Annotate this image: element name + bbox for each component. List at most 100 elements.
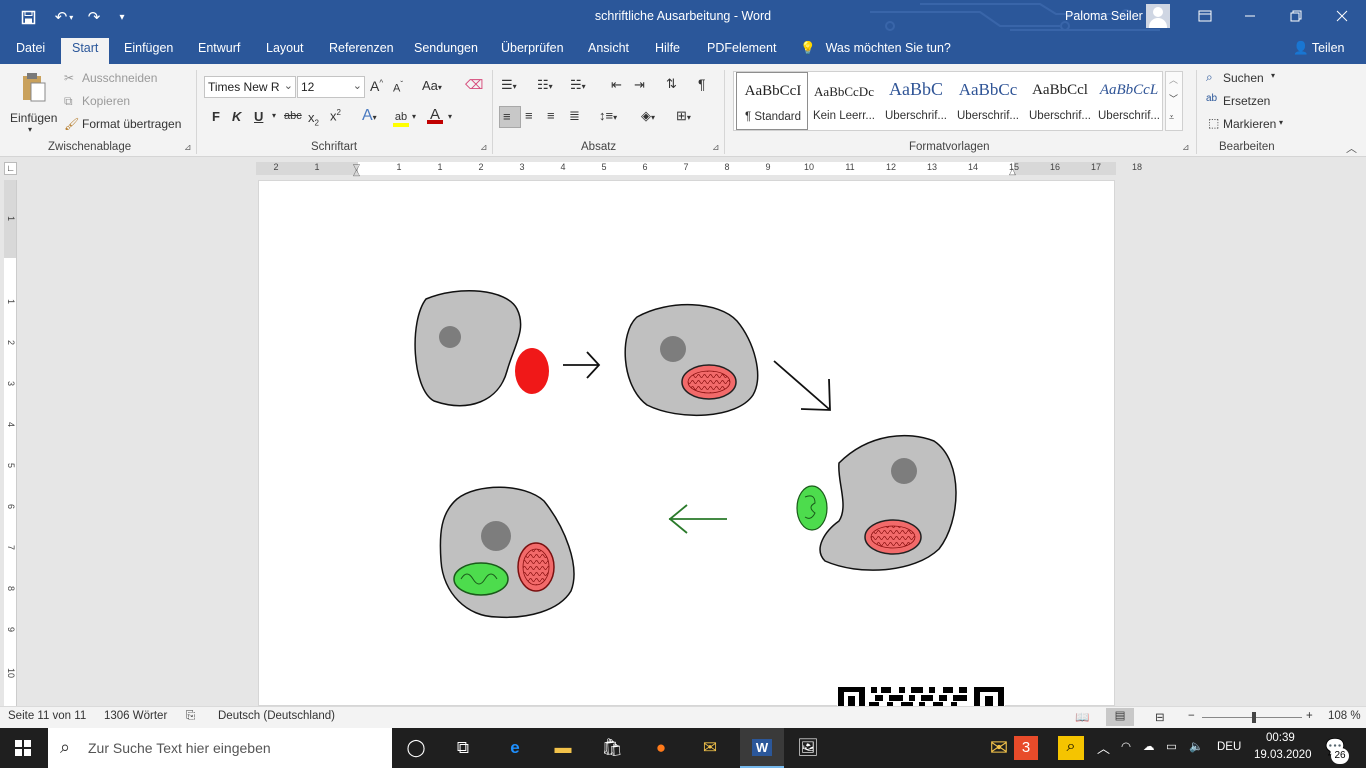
numbering-icon[interactable]: ☷▾ — [537, 77, 553, 93]
pilcrow-icon[interactable]: ¶ — [698, 76, 706, 92]
grow-font-icon[interactable]: A^ — [370, 78, 383, 94]
clear-formatting-icon[interactable]: ⌫ — [465, 77, 483, 93]
borders-icon[interactable]: ⊞▾ — [676, 108, 691, 124]
decrease-indent-icon[interactable]: ⇤ — [611, 77, 622, 93]
chevron-up-icon[interactable]: ︿ — [1169, 73, 1178, 86]
clock-date[interactable]: 19.03.2020 — [1254, 749, 1312, 761]
chevron-down-icon[interactable]: ⌄ — [284, 79, 293, 92]
text-effects-icon[interactable]: A▾ — [362, 107, 377, 125]
font-size-input[interactable]: 12 ⌄ — [297, 76, 365, 98]
right-indent-icon[interactable]: △ — [1009, 166, 1016, 177]
change-case-icon[interactable]: Aa▾ — [422, 78, 442, 93]
font-color-dropdown-icon[interactable]: ▾ — [448, 112, 452, 121]
hanging-indent-icon[interactable]: △ — [353, 167, 360, 178]
tab-hilfe[interactable]: Hilfe — [655, 41, 680, 55]
find-button[interactable]: Suchen — [1223, 71, 1264, 85]
chevron-down-icon[interactable]: ⌄ — [353, 79, 362, 92]
read-mode-icon[interactable]: 📖 — [1075, 710, 1089, 724]
avatar[interactable] — [1146, 4, 1170, 28]
onedrive-icon[interactable]: ☁ — [1143, 739, 1155, 753]
underline-dropdown-icon[interactable]: ▾ — [272, 111, 276, 120]
underline-button[interactable]: U — [254, 109, 263, 124]
copy-button[interactable]: Kopieren — [82, 94, 130, 108]
superscript-icon[interactable]: x2 — [330, 108, 341, 123]
align-right-icon[interactable]: ≡ — [547, 108, 555, 123]
tab-referenzen[interactable]: Referenzen — [329, 41, 394, 55]
tab-datei[interactable]: Datei — [16, 41, 45, 55]
wifi-icon[interactable]: ◠ — [1121, 739, 1131, 753]
align-left-button[interactable]: ≡ — [499, 106, 521, 128]
show-hidden-icons-icon[interactable]: ︿ — [1097, 738, 1110, 757]
windows-start-icon[interactable] — [6, 734, 40, 762]
find-dropdown-icon[interactable]: ▾ — [1271, 71, 1275, 80]
clock-time[interactable]: 00:39 — [1266, 732, 1295, 744]
select-button[interactable]: Markieren — [1223, 117, 1276, 131]
zoom-out-button[interactable]: − — [1188, 710, 1195, 722]
restore-icon[interactable] — [1281, 4, 1311, 28]
styles-launcher-icon[interactable]: ⊿ — [1182, 142, 1190, 153]
mail-notification-icon[interactable]: ✉ — [982, 734, 1016, 762]
taskbar-search-input[interactable]: ⌕ Zur Suche Text hier eingeben — [48, 728, 392, 768]
collapse-ribbon-icon[interactable]: ︿ — [1346, 140, 1357, 156]
font-color-icon[interactable]: A — [427, 106, 443, 124]
word-taskbar-icon[interactable]: W — [740, 728, 784, 768]
increase-indent-icon[interactable]: ⇥ — [634, 77, 645, 93]
shading-icon[interactable]: ◈▾ — [641, 108, 655, 124]
tab-sendungen[interactable]: Sendungen — [414, 41, 478, 55]
font-launcher-icon[interactable]: ⊿ — [480, 142, 488, 153]
input-language[interactable]: DEU — [1217, 741, 1241, 753]
web-layout-icon[interactable]: ⊟ — [1155, 710, 1165, 724]
zoom-level[interactable]: 108 % — [1328, 710, 1361, 722]
clipboard-launcher-icon[interactable]: ⊿ — [184, 142, 192, 153]
bold-button[interactable]: F — [212, 109, 220, 124]
ribbon-display-icon[interactable] — [1190, 4, 1220, 28]
tab-pdfelement[interactable]: PDFelement — [707, 41, 776, 55]
style-no-spacing[interactable]: AaBbCcDc Kein Leerr... — [808, 72, 880, 130]
firefox-icon[interactable]: ● — [644, 734, 678, 762]
styles-more-icon[interactable]: ⩡ — [1169, 112, 1174, 123]
tell-me-search[interactable]: 💡 Was möchten Sie tun? — [800, 41, 951, 56]
chevron-down-icon[interactable]: ﹀ — [1169, 92, 1178, 105]
subscript-icon[interactable]: x2 — [308, 110, 319, 128]
highlight-dropdown-icon[interactable]: ▾ — [412, 112, 416, 121]
cortana-icon[interactable]: ◯ — [399, 734, 433, 762]
search-app-icon[interactable]: ⌕ — [1058, 736, 1084, 760]
task-view-icon[interactable]: ⧉ — [446, 734, 480, 762]
multilevel-list-icon[interactable]: ☵▾ — [570, 77, 586, 93]
cut-button[interactable]: Ausschneiden — [82, 71, 157, 85]
file-explorer-icon[interactable]: ▬ — [546, 734, 580, 762]
print-layout-icon[interactable]: ▤ — [1106, 708, 1134, 726]
justify-icon[interactable]: ≣ — [569, 108, 580, 124]
format-painter-button[interactable]: Format übertragen — [82, 117, 181, 131]
user-name[interactable]: Paloma Seiler — [1065, 9, 1143, 23]
close-icon[interactable] — [1327, 4, 1357, 28]
replace-button[interactable]: Ersetzen — [1223, 94, 1270, 108]
photos-icon[interactable]: 🖼 — [791, 734, 825, 762]
vertical-ruler[interactable]: 11234567891011 — [4, 180, 17, 718]
word-count[interactable]: 1306 Wörter — [104, 710, 167, 722]
align-center-icon[interactable]: ≡ — [525, 108, 533, 123]
battery-icon[interactable]: ▭ — [1166, 739, 1177, 753]
sort-icon[interactable]: ⇅ — [666, 76, 677, 92]
edge-icon[interactable]: e — [498, 734, 532, 762]
mail-client-icon[interactable]: ✉ — [693, 734, 727, 762]
language[interactable]: Deutsch (Deutschland) — [218, 710, 335, 722]
paragraph-launcher-icon[interactable]: ⊿ — [712, 142, 720, 153]
style-standard[interactable]: AaBbCcI ¶ Standard — [736, 72, 808, 130]
share-button[interactable]: 👤 Teilen — [1293, 41, 1345, 56]
volume-icon[interactable]: 🔈 — [1189, 739, 1203, 753]
tab-start[interactable]: Start — [61, 38, 110, 64]
store-icon[interactable]: 🛍 — [595, 734, 629, 762]
style-heading-2[interactable]: AaBbCc Überschrif... — [952, 72, 1024, 130]
highlight-icon[interactable]: ab — [393, 108, 409, 127]
paste-button[interactable]: Einfügen ▾ — [8, 70, 58, 138]
tab-entwurf[interactable]: Entwurf — [198, 41, 240, 55]
horizontal-ruler[interactable]: 2 1 1 1 2 3 4 5 6 7 8 9 10 11 12 13 14 15 16 17 18 ▽ △ △ — [256, 162, 1142, 178]
zoom-slider-thumb[interactable] — [1252, 712, 1256, 723]
document-page[interactable] — [258, 180, 1115, 707]
tab-layout[interactable]: Layout — [266, 41, 304, 55]
style-heading-4[interactable]: AaBbCcL Überschrif... — [1096, 72, 1162, 130]
paste-dropdown-icon[interactable]: ▾ — [28, 125, 32, 134]
style-heading-1[interactable]: AaBbC Überschrif... — [880, 72, 952, 130]
proofing-icon[interactable]: ⎘ — [186, 710, 195, 723]
